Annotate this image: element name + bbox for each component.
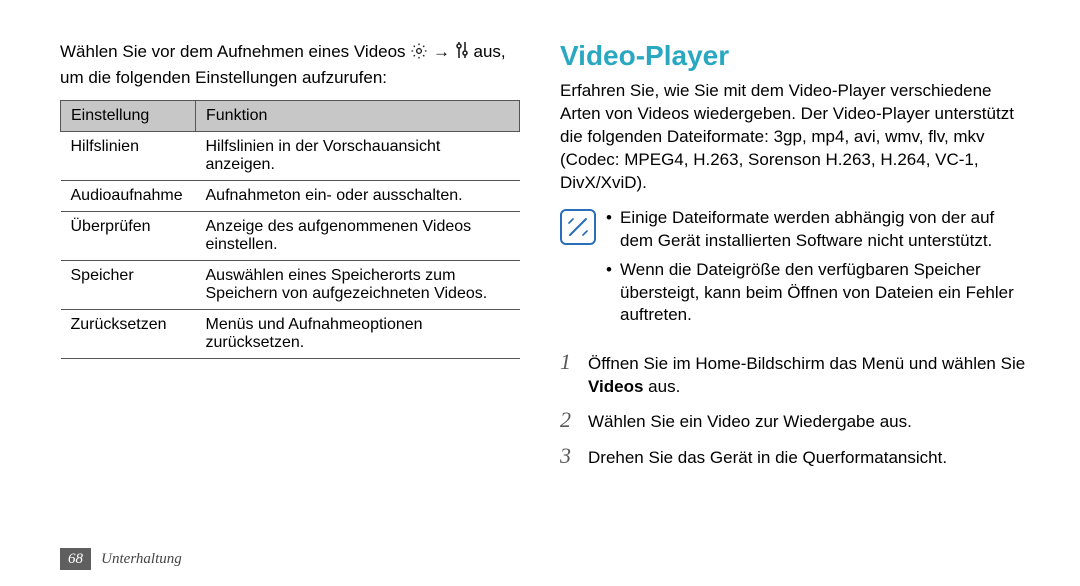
step-bold: Videos xyxy=(588,377,643,396)
th-function: Funktion xyxy=(196,100,520,131)
footer-section: Unterhaltung xyxy=(101,551,182,567)
cell-setting: Hilfslinien xyxy=(61,131,196,180)
step-text: Öffnen Sie im Home-Bildschirm das Menü u… xyxy=(588,353,1030,399)
sliders-icon xyxy=(455,40,469,67)
left-intro: Wählen Sie vor dem Aufnehmen eines Video… xyxy=(60,40,520,90)
note-item: Einige Dateiformate werden abhängig von … xyxy=(606,207,1030,253)
cell-setting: Speicher xyxy=(61,260,196,309)
video-player-intro: Erfahren Sie, wie Sie mit dem Video-Play… xyxy=(560,80,1030,195)
left-column: Wählen Sie vor dem Aufnehmen eines Video… xyxy=(60,40,520,586)
cell-function: Hilfslinien in der Vorschauansicht anzei… xyxy=(196,131,520,180)
note-icon xyxy=(560,209,596,245)
page-footer: 68 Unterhaltung xyxy=(60,550,182,568)
right-column: Video-Player Erfahren Sie, wie Sie mit d… xyxy=(560,40,1030,586)
step-3: 3 Drehen Sie das Gerät in die Querformat… xyxy=(560,441,1030,471)
step-prefix: Öffnen Sie im Home-Bildschirm das Menü u… xyxy=(588,354,1025,373)
settings-table: Einstellung Funktion Hilfslinien Hilfsli… xyxy=(60,100,520,359)
step-number: 1 xyxy=(560,347,578,377)
cell-function: Auswählen eines Speicherorts zum Speiche… xyxy=(196,260,520,309)
cell-setting: Überprüfen xyxy=(61,211,196,260)
step-number: 3 xyxy=(560,441,578,471)
cell-function: Menüs und Aufnahmeoptionen zurücksetzen. xyxy=(196,309,520,358)
page-number: 68 xyxy=(60,548,91,570)
table-row: Speicher Auswählen eines Speicherorts zu… xyxy=(61,260,520,309)
intro-before: Wählen Sie vor dem Aufnehmen eines Video… xyxy=(60,42,410,61)
table-row: Überprüfen Anzeige des aufgenommenen Vid… xyxy=(61,211,520,260)
section-title: Video-Player xyxy=(560,40,1030,72)
table-row: Hilfslinien Hilfslinien in der Vorschaua… xyxy=(61,131,520,180)
cell-setting: Audioaufnahme xyxy=(61,180,196,211)
note-block: Einige Dateiformate werden abhängig von … xyxy=(560,207,1030,334)
step-number: 2 xyxy=(560,405,578,435)
cell-function: Aufnahmeton ein- oder ausschalten. xyxy=(196,180,520,211)
cell-setting: Zurücksetzen xyxy=(61,309,196,358)
gear-icon xyxy=(410,42,428,67)
note-list: Einige Dateiformate werden abhängig von … xyxy=(606,207,1030,334)
step-suffix: aus. xyxy=(643,377,680,396)
cell-function: Anzeige des aufgenommenen Videos einstel… xyxy=(196,211,520,260)
th-setting: Einstellung xyxy=(61,100,196,131)
step-2: 2 Wählen Sie ein Video zur Wiedergabe au… xyxy=(560,405,1030,435)
table-row: Audioaufnahme Aufnahmeton ein- oder auss… xyxy=(61,180,520,211)
step-1: 1 Öffnen Sie im Home-Bildschirm das Menü… xyxy=(560,347,1030,399)
note-item: Wenn die Dateigröße den verfügbaren Spei… xyxy=(606,259,1030,328)
table-row: Zurücksetzen Menüs und Aufnahmeoptionen … xyxy=(61,309,520,358)
step-text: Wählen Sie ein Video zur Wiedergabe aus. xyxy=(588,411,912,434)
intro-arrow: → xyxy=(433,42,455,61)
step-text: Drehen Sie das Gerät in die Querformatan… xyxy=(588,447,947,470)
